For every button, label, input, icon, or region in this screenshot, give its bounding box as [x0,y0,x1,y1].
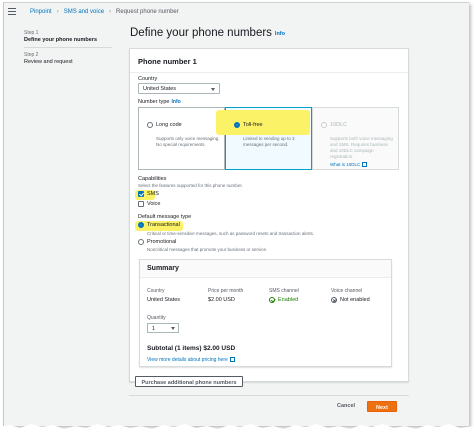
tile-toll-free[interactable]: Toll-free Limited to sending up to 3 mes… [216,107,312,170]
what-is-10dlc-text: What is 10DLC [330,162,361,168]
radio-transactional[interactable] [138,222,144,228]
breadcrumb-pinpoint[interactable]: Pinpoint [30,9,52,15]
quantity-value: 1 [152,326,156,332]
footer-divider [129,395,409,396]
page-title-text: Define your phone numbers [130,27,272,39]
step-1-name: Define your phone numbers [24,37,98,43]
step-1-label: Step 1 [24,30,39,36]
tile-long-code-title: Long code [156,121,182,128]
transactional-label: Transactional [147,222,180,228]
capability-voice[interactable]: Voice [138,201,160,207]
torn-edge [0,424,474,433]
voice-label: Voice [147,201,161,207]
tile-toll-free-desc: Limited to sending up to 3 messages per … [243,136,295,147]
message-type-label: Default message type [138,214,192,220]
capabilities-desc: Select the features supported for this p… [138,183,243,188]
step-divider [24,47,112,48]
wizard-steps: Step 1 Define your phone numbers Step 2 … [24,30,122,65]
quantity-select[interactable]: 1 [147,323,179,333]
radio-promotional[interactable] [138,239,144,245]
summary-header-sms: SMS channel [269,288,299,294]
breadcrumb-sms-voice[interactable]: SMS and voice [64,9,104,15]
page-title: Define your phone numbers Info [130,27,285,39]
status-ok-icon [269,297,275,303]
tile-long-code-desc: Supports only voice messaging. No specia… [156,136,220,147]
sms-checkbox[interactable] [138,191,144,197]
tile-toll-free-content: Toll-free Limited to sending up to 3 mes… [234,116,307,148]
country-label: Country [138,76,158,82]
quantity-label: Quantity [147,315,166,321]
number-type-text: Number type [138,99,170,105]
option-transactional[interactable]: Transactional [138,222,180,228]
radio-long-code[interactable] [147,121,153,128]
what-is-10dlc-link[interactable]: What is 10DLC [330,162,394,168]
summary-price-value: $2.00 USD [208,297,235,303]
purchase-additional-button[interactable]: Purchase additional phone numbers [135,376,243,387]
capabilities-label: Capabilities [138,176,167,182]
tile-long-code[interactable]: Long code Supports only voice messaging.… [138,107,225,170]
chevron-right-icon: › [56,8,59,15]
number-type-info-link[interactable]: Info [172,99,181,105]
voice-status-text: Not enabled [340,297,370,303]
tile-toll-free-title: Toll-free [243,121,263,128]
caret-down-icon [171,327,175,330]
app-window: Pinpoint › SMS and voice › Request phone… [3,2,469,426]
sms-label: SMS [147,191,159,197]
promotional-label: Promotional [147,239,177,245]
summary-sms-status: Enabled [269,297,298,303]
cancel-button[interactable]: Cancel [337,403,355,409]
transactional-desc: Critical or time-sensitive messages, suc… [147,231,315,236]
phone-number-panel: Phone number 1 Country United States Num… [129,48,409,382]
pricing-details-text: View more details about pricing here [147,357,228,363]
country-value: United States [143,86,177,92]
external-link-icon [362,162,368,168]
number-type-label: Number type Info [138,99,181,105]
tile-10dlc-title: 10DLC [330,121,348,128]
hamburger-menu-icon[interactable] [8,8,16,15]
caret-down-icon [211,88,215,91]
radio-toll-free[interactable] [234,121,240,128]
subtotal: Subtotal (1 items) $2.00 USD [147,345,236,352]
capability-sms[interactable]: SMS [138,191,159,197]
tile-10dlc: 10DLC Supports both voice messaging and … [312,107,399,170]
summary-card: Summary Country Price per month SMS chan… [139,259,392,367]
country-select[interactable]: United States [138,83,220,94]
promotional-desc: Noncritical messages that promote your b… [147,247,268,252]
next-button[interactable]: Next [367,401,397,412]
page-info-link[interactable]: Info [275,31,285,37]
step-2-name[interactable]: Review and request [24,59,122,65]
panel-title: Phone number 1 [130,49,408,73]
pricing-details-link[interactable]: View more details about pricing here [147,357,235,363]
status-disabled-icon [331,297,337,303]
breadcrumb-current: Request phone number [116,8,179,15]
summary-country-value: United States [147,297,181,303]
summary-header-price: Price per month [208,288,244,294]
external-link-icon [229,357,235,362]
summary-header-country: Country [147,288,165,294]
sms-status-text: Enabled [278,297,299,303]
option-promotional[interactable]: Promotional [138,239,176,245]
summary-header-voice: Voice channel [331,288,363,294]
summary-voice-status: Not enabled [331,297,370,303]
radio-10dlc [321,121,327,128]
summary-title: Summary [140,260,391,278]
breadcrumb: Pinpoint › SMS and voice › Request phone… [8,6,179,17]
chevron-right-icon: › [109,8,112,15]
voice-checkbox[interactable] [138,201,144,207]
step-2-label: Step 2 [24,52,39,58]
tile-10dlc-desc: Supports both voice messaging and SMS. R… [330,136,393,159]
